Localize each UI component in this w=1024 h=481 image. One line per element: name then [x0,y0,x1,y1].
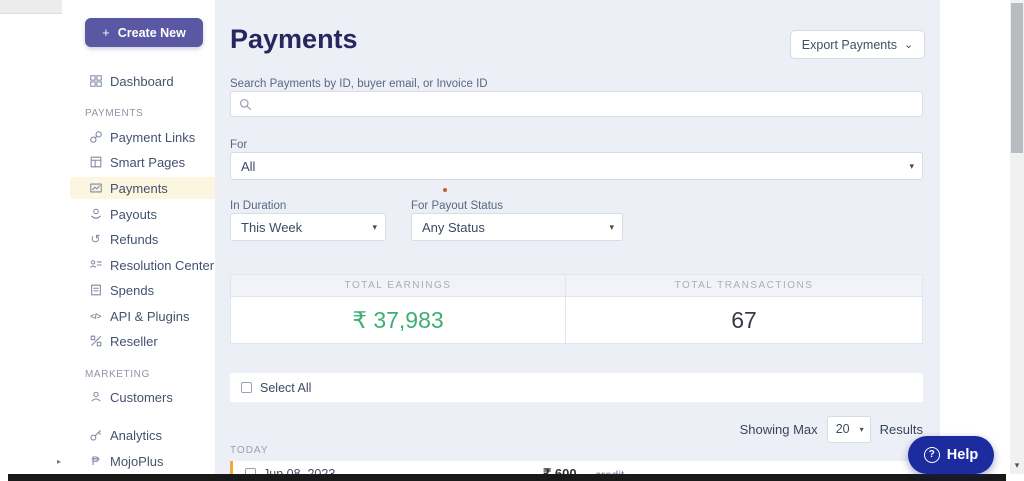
bottom-window-bar [8,474,1006,481]
sidebar-item-reseller[interactable]: Reseller [70,330,215,352]
caret-down-icon: ▾ [860,425,864,434]
key-icon [88,428,103,443]
customers-icon [88,390,103,405]
in-duration-label: In Duration [230,200,286,212]
help-label: Help [947,447,978,463]
payout-status-select[interactable]: Any Status ▾ [411,213,623,241]
for-select-value: All [241,159,255,174]
sidebar-item-label: Spends [110,283,154,298]
select-all-label: Select All [260,381,311,395]
create-new-label: Create New [118,26,186,40]
search-field[interactable] [230,91,923,117]
in-duration-value: This Week [241,220,302,235]
question-mark-icon: ? [924,447,940,463]
code-icon: </> [88,309,103,324]
sidebar-item-label: Payment Links [110,130,195,145]
help-button[interactable]: ? Help [908,436,994,474]
sidebar-item-payments[interactable]: Payments [70,177,215,199]
scrollbar-thumb[interactable] [1011,3,1023,153]
sidebar-item-label: Dashboard [110,74,174,89]
summary-values-row: ₹ 37,983 67 [231,297,922,343]
chevron-down-icon: ⌄ [904,38,913,51]
total-earnings-value: ₹ 37,983 [231,297,566,343]
sidebar-item-refunds[interactable]: ↺ Refunds [70,228,215,250]
export-payments-label: Export Payments [802,38,897,52]
sidebar-item-dashboard[interactable]: Dashboard [70,70,215,92]
search-label: Search Payments by ID, buyer email, or I… [230,78,488,90]
sidebar-item-label: MojoPlus [110,454,163,469]
total-transactions-header: TOTAL TRANSACTIONS [566,275,922,296]
total-earnings-header: TOTAL EARNINGS [231,275,566,296]
sidebar-item-api-plugins[interactable]: </> API & Plugins [70,305,215,327]
sidebar-section-marketing: MARKETING [85,369,150,380]
for-select[interactable]: All ▾ [230,152,923,180]
sidebar-section-payments: PAYMENTS [85,108,143,119]
scrollbar-down-arrow-icon[interactable]: ▾ [1010,460,1024,471]
sidebar-item-label: Payments [110,181,168,196]
search-input[interactable] [258,97,914,111]
sidebar-item-label: Customers [110,390,173,405]
sidebar-item-label: Refunds [110,232,158,247]
people-list-icon [88,258,103,273]
percent-icon [88,334,103,349]
main-content: Payments Export Payments ⌄ Search Paymen… [215,0,940,481]
caret-down-icon: ▾ [609,222,614,233]
page-layout-icon [88,155,103,170]
payout-status-label: For Payout Status [411,200,503,212]
window-corner-notch [0,0,62,14]
payout-status-value: Any Status [422,220,485,235]
link-icon [88,130,103,145]
sidebar-item-resolution-center[interactable]: Resolution Center [70,254,215,276]
sidebar-item-label: API & Plugins [110,309,190,324]
max-results-select[interactable]: 20 ▾ [827,416,871,443]
sidebar-item-label: Resolution Center [110,258,214,273]
chart-icon [88,181,103,196]
results-label: Results [880,422,923,437]
dashboard-icon [88,74,103,89]
select-all-bar: Select All [230,373,923,402]
expand-arrow-icon[interactable]: ▸ [57,450,61,472]
today-section-label: TODAY [230,445,269,456]
coins-icon [88,207,103,222]
plus-icon: + [102,25,110,40]
sidebar-item-label: Analytics [110,428,162,443]
select-all-checkbox[interactable] [241,382,252,393]
caret-down-icon: ▾ [909,161,914,172]
create-new-button[interactable]: + Create New [85,18,203,47]
alert-dot [443,188,447,192]
sidebar-item-analytics[interactable]: Analytics [70,424,215,446]
for-label: For [230,139,247,151]
payments-page: + Create New Dashboard PAYMENTS Payment … [0,0,1024,481]
total-transactions-value: 67 [566,297,922,343]
max-results-value: 20 [836,422,850,436]
sidebar: + Create New Dashboard PAYMENTS Payment … [0,0,215,481]
sidebar-item-payment-links[interactable]: Payment Links [70,126,215,148]
sidebar-item-customers[interactable]: Customers [70,386,215,408]
sidebar-item-payouts[interactable]: Payouts [70,203,215,225]
sidebar-item-spends[interactable]: Spends [70,279,215,301]
summary-card: TOTAL EARNINGS TOTAL TRANSACTIONS ₹ 37,9… [230,274,923,344]
document-icon [88,283,103,298]
mojoplus-icon: ₱ [88,454,103,469]
sidebar-item-mojoplus[interactable]: ₱ MojoPlus [70,450,215,472]
showing-max-label: Showing Max [740,422,818,437]
summary-header-row: TOTAL EARNINGS TOTAL TRANSACTIONS [231,275,922,297]
search-icon [239,98,252,111]
sidebar-item-smart-pages[interactable]: Smart Pages [70,151,215,173]
in-duration-select[interactable]: This Week ▾ [230,213,386,241]
export-payments-button[interactable]: Export Payments ⌄ [790,30,925,59]
page-title: Payments [230,24,358,55]
caret-down-icon: ▾ [372,222,377,233]
sidebar-item-label: Smart Pages [110,155,185,170]
refresh-icon: ↺ [88,232,103,247]
sidebar-item-label: Reseller [110,334,158,349]
sidebar-item-label: Payouts [110,207,157,222]
showing-max-row: Showing Max 20 ▾ Results [230,414,923,444]
